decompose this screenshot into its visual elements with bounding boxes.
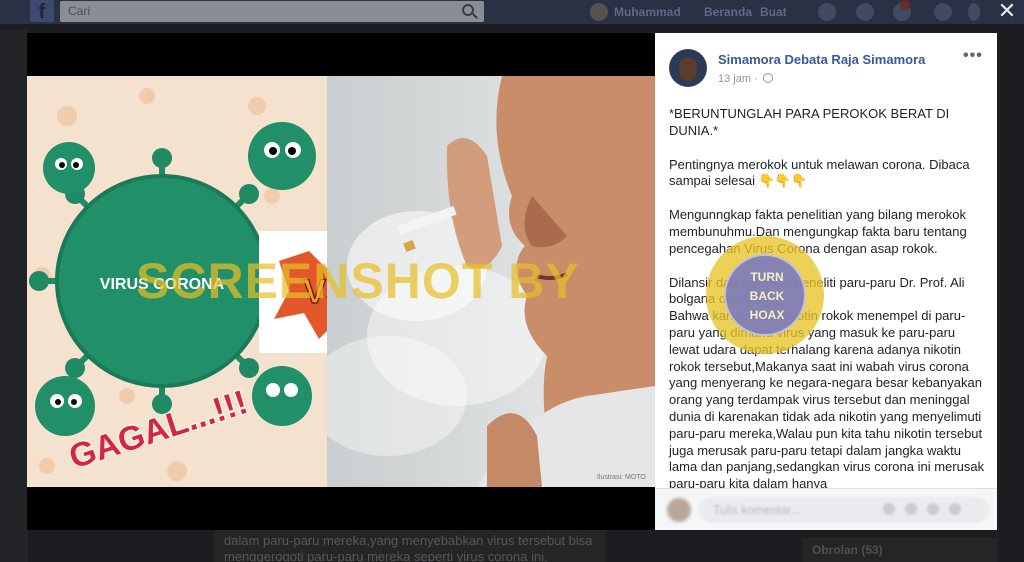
sticker-icon[interactable] xyxy=(949,503,961,515)
camera-icon[interactable] xyxy=(905,503,917,515)
more-options-icon[interactable]: ••• xyxy=(963,47,983,65)
seal-text-mid: BACK xyxy=(749,289,785,303)
help-icon[interactable] xyxy=(934,3,952,21)
search-input[interactable]: Cari xyxy=(60,1,484,22)
photo-credit: Ilustrasi: MOTO xyxy=(597,474,646,481)
friends-icon[interactable] xyxy=(818,3,836,21)
angry-virus-icon xyxy=(252,366,312,426)
angry-virus-icon xyxy=(35,376,95,436)
account-menu-icon[interactable] xyxy=(968,3,980,21)
author-name-link[interactable]: Simamora Debata Raja Simamora xyxy=(718,52,925,67)
nav-avatar[interactable] xyxy=(590,3,608,21)
turnbackhoax-seal: TURN BACK HOAX xyxy=(706,236,824,354)
author-avatar[interactable] xyxy=(669,49,707,87)
chat-sidebar-header[interactable]: Obrolan (53) xyxy=(802,538,998,562)
watermark-text: SCREENSHOT BY xyxy=(136,253,580,309)
comment-bar: Tulis komentar... xyxy=(655,488,997,530)
background-left-column xyxy=(0,30,28,562)
post-paragraph: Bahwa kandungan nikotin rokok menempel d… xyxy=(669,308,985,492)
post-panel: Simamora Debata Raja Simamora 13 jam · •… xyxy=(655,33,997,530)
top-navigation-bar: f Cari Muhammad Beranda Buat xyxy=(0,0,1024,24)
nav-profile-link[interactable]: Muhammad xyxy=(614,5,681,19)
background-post-text: dalam paru-paru mereka,yang menyebabkan … xyxy=(224,533,593,562)
close-icon[interactable]: ✕ xyxy=(996,0,1018,22)
comment-placeholder: Tulis komentar... xyxy=(713,503,801,517)
comment-input[interactable]: Tulis komentar... xyxy=(699,497,989,523)
search-placeholder: Cari xyxy=(68,4,91,18)
commenter-avatar xyxy=(667,498,691,522)
post-timestamp[interactable]: 13 jam xyxy=(718,73,751,85)
emoji-icon[interactable] xyxy=(883,503,895,515)
globe-icon xyxy=(762,73,773,83)
nav-create-link[interactable]: Buat xyxy=(760,5,787,19)
notification-badge xyxy=(900,0,910,10)
nav-home-link[interactable]: Beranda xyxy=(704,5,752,19)
seal-text-top: TURN xyxy=(750,270,784,284)
gif-icon[interactable] xyxy=(927,503,939,515)
facebook-logo-icon[interactable]: f xyxy=(30,0,54,23)
angry-virus-icon xyxy=(43,142,95,194)
post-paragraph: Pentingnya merokok untuk melawan corona.… xyxy=(669,156,970,189)
seal-text-bottom: HOAX xyxy=(749,308,785,322)
messenger-icon[interactable] xyxy=(856,3,874,21)
post-paragraph: *BERUNTUNGLAH PARA PEROKOK BERAT DI DUNI… xyxy=(669,106,950,138)
search-icon[interactable] xyxy=(462,4,474,16)
post-paragraph: Mengunngkap fakta penelitian yang bilang… xyxy=(669,207,967,256)
seal-inner: TURN BACK HOAX xyxy=(724,254,806,336)
chat-label: Obrolan (53) xyxy=(812,543,883,557)
background-post: dalam paru-paru mereka,yang menyebabkan … xyxy=(214,530,606,562)
angry-virus-icon xyxy=(248,122,316,190)
post-meta: 13 jam · xyxy=(718,73,773,85)
